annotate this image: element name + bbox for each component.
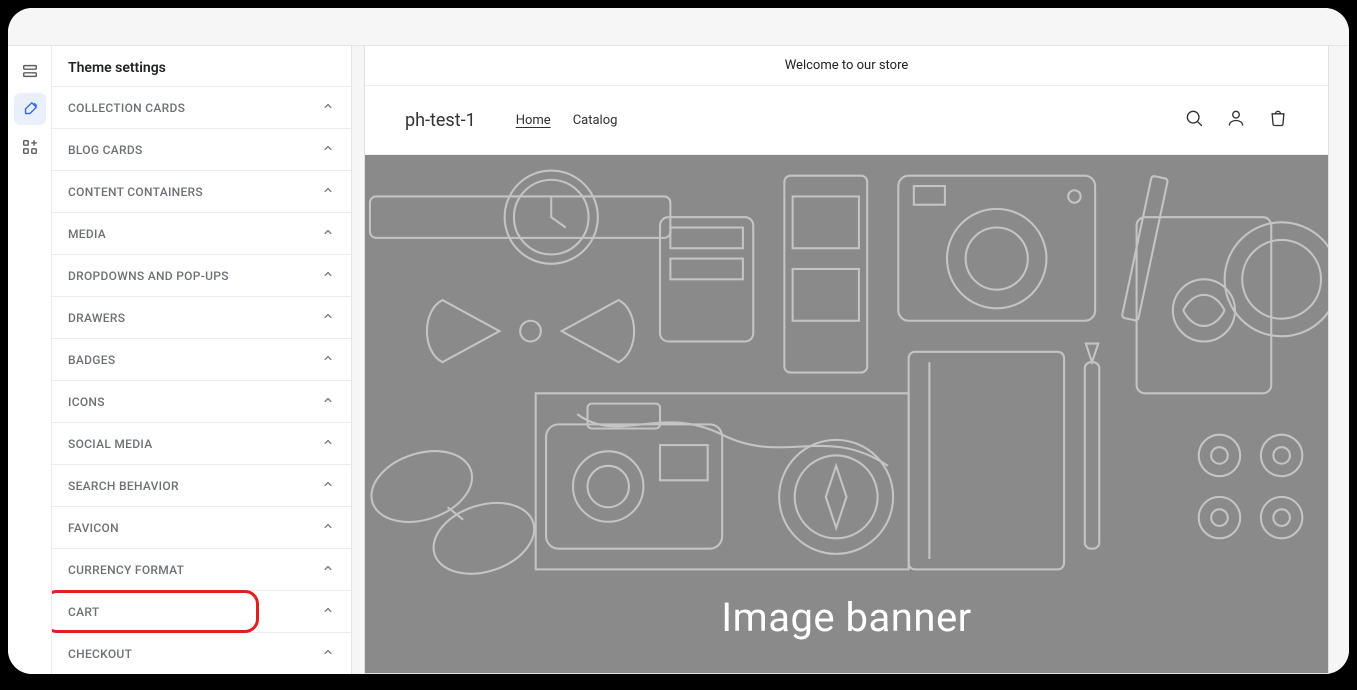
chevron-up-icon bbox=[321, 519, 335, 536]
chevron-up-icon bbox=[321, 645, 335, 662]
settings-item-icons[interactable]: ICONS bbox=[52, 381, 351, 423]
chevron-up-icon bbox=[321, 141, 335, 158]
settings-item-label: SEARCH BEHAVIOR bbox=[68, 479, 179, 493]
image-banner[interactable]: Image banner bbox=[365, 155, 1328, 673]
sections-icon bbox=[21, 62, 39, 80]
preview-pane: Welcome to our store ph-test-1 Home Catal… bbox=[352, 46, 1349, 674]
nav-link-catalog[interactable]: Catalog bbox=[573, 113, 618, 128]
store-header: ph-test-1 Home Catalog bbox=[365, 86, 1328, 155]
settings-item-drawers[interactable]: DRAWERS bbox=[52, 297, 351, 339]
rail-apps-button[interactable] bbox=[14, 131, 46, 163]
store-nav: Home Catalog bbox=[516, 113, 618, 128]
chevron-up-icon bbox=[321, 603, 335, 620]
top-toolbar bbox=[8, 8, 1349, 46]
cart-icon[interactable] bbox=[1268, 108, 1288, 132]
account-icon[interactable] bbox=[1226, 108, 1246, 132]
settings-item-label: BLOG CARDS bbox=[68, 143, 143, 157]
search-icon[interactable] bbox=[1184, 108, 1204, 132]
store-name: ph-test-1 bbox=[405, 110, 476, 131]
banner-heading: Image banner bbox=[721, 594, 971, 641]
settings-item-blog-cards[interactable]: BLOG CARDS bbox=[52, 129, 351, 171]
settings-item-label: CART bbox=[68, 605, 99, 619]
announcement-bar: Welcome to our store bbox=[365, 46, 1328, 86]
rail-theme-settings-button[interactable] bbox=[14, 93, 46, 125]
settings-item-label: CONTENT CONTAINERS bbox=[68, 185, 203, 199]
chevron-up-icon bbox=[321, 393, 335, 410]
settings-item-search-behavior[interactable]: SEARCH BEHAVIOR bbox=[52, 465, 351, 507]
nav-link-home[interactable]: Home bbox=[516, 113, 551, 128]
theme-settings-sidebar: Theme settings COLLECTION CARDS BLOG CARD… bbox=[52, 46, 352, 674]
chevron-up-icon bbox=[321, 267, 335, 284]
storefront-preview: Welcome to our store ph-test-1 Home Catal… bbox=[364, 46, 1329, 674]
header-icons bbox=[1184, 108, 1288, 132]
chevron-up-icon bbox=[321, 183, 335, 200]
settings-item-social-media[interactable]: SOCIAL MEDIA bbox=[52, 423, 351, 465]
settings-item-label: CHECKOUT bbox=[68, 647, 132, 661]
chevron-up-icon bbox=[321, 351, 335, 368]
settings-item-label: MEDIA bbox=[68, 227, 106, 241]
chevron-up-icon bbox=[321, 561, 335, 578]
settings-item-label: FAVICON bbox=[68, 521, 119, 535]
settings-item-label: DROPDOWNS AND POP-UPS bbox=[68, 269, 229, 283]
chevron-up-icon bbox=[321, 477, 335, 494]
settings-item-currency-format[interactable]: CURRENCY FORMAT bbox=[52, 549, 351, 591]
settings-list: COLLECTION CARDS BLOG CARDS CONTENT CONTAI… bbox=[52, 86, 351, 674]
settings-item-checkout[interactable]: CHECKOUT bbox=[52, 633, 351, 674]
chevron-up-icon bbox=[321, 309, 335, 326]
settings-item-cart[interactable]: CART bbox=[52, 591, 351, 633]
settings-item-content-containers[interactable]: CONTENT CONTAINERS bbox=[52, 171, 351, 213]
chevron-up-icon bbox=[321, 435, 335, 452]
chevron-up-icon bbox=[321, 99, 335, 116]
sidebar-title: Theme settings bbox=[52, 46, 351, 86]
chevron-up-icon bbox=[321, 225, 335, 242]
settings-item-label: COLLECTION CARDS bbox=[68, 101, 185, 115]
paintbrush-icon bbox=[21, 100, 39, 118]
settings-item-collection-cards[interactable]: COLLECTION CARDS bbox=[52, 87, 351, 129]
settings-item-label: CURRENCY FORMAT bbox=[68, 563, 184, 577]
settings-item-label: DRAWERS bbox=[68, 311, 125, 325]
settings-item-badges[interactable]: BADGES bbox=[52, 339, 351, 381]
settings-item-dropdowns-and-pop-ups[interactable]: DROPDOWNS AND POP-UPS bbox=[52, 255, 351, 297]
settings-item-favicon[interactable]: FAVICON bbox=[52, 507, 351, 549]
settings-item-media[interactable]: MEDIA bbox=[52, 213, 351, 255]
rail-sections-button[interactable] bbox=[14, 55, 46, 87]
apps-icon bbox=[21, 138, 39, 156]
editor-rail bbox=[8, 46, 52, 674]
settings-item-label: ICONS bbox=[68, 395, 105, 409]
settings-item-label: BADGES bbox=[68, 353, 115, 367]
settings-item-label: SOCIAL MEDIA bbox=[68, 437, 152, 451]
